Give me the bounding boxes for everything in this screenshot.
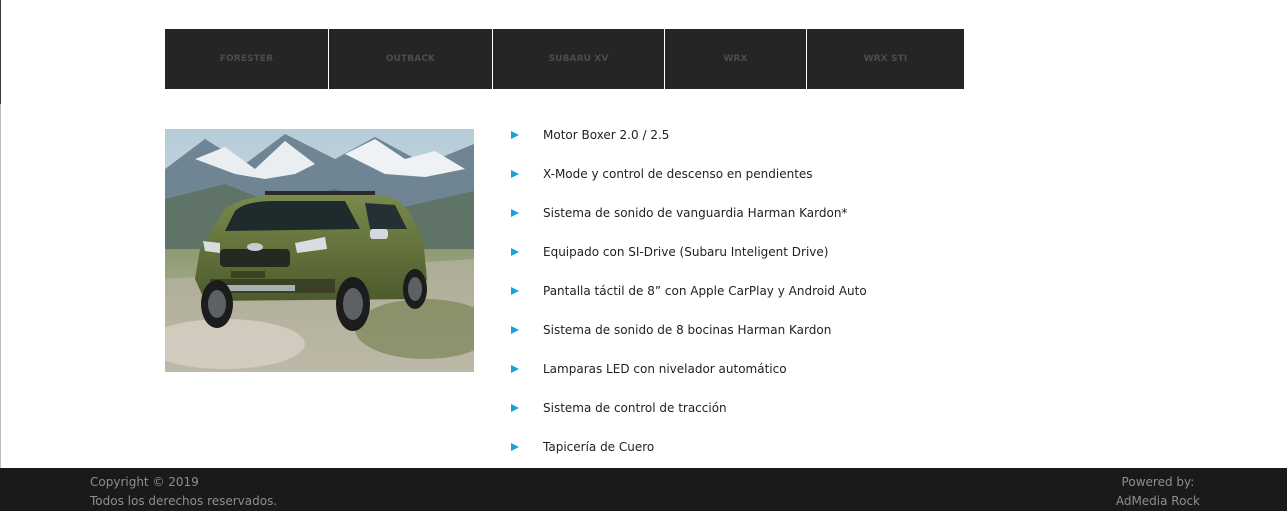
feature-label: Sistema de sonido de vanguardia Harman K…	[543, 206, 848, 220]
feature-label: Equipado con SI-Drive (Subaru Inteligent…	[543, 245, 829, 259]
bullet-arrow-icon	[511, 170, 519, 178]
feature-label: X-Mode y control de descenso en pendient…	[543, 167, 813, 181]
copyright-line: Copyright © 2019	[90, 475, 199, 489]
list-item: Lamparas LED con nivelador automático	[510, 360, 867, 399]
powered-by-link[interactable]: AdMedia Rock	[1116, 492, 1200, 511]
tab-wrx[interactable]: WRX	[664, 29, 806, 89]
feature-label: Pantalla táctil de 8” con Apple CarPlay …	[543, 284, 867, 298]
features-list: Motor Boxer 2.0 / 2.5 X-Mode y control d…	[510, 126, 867, 477]
list-item: Equipado con SI-Drive (Subaru Inteligent…	[510, 243, 867, 282]
bullet-arrow-icon	[511, 248, 519, 256]
list-item: Sistema de sonido de vanguardia Harman K…	[510, 204, 867, 243]
copyright: Copyright © 2019 Todos los derechos rese…	[90, 473, 277, 511]
feature-label: Tapicería de Cuero	[543, 440, 655, 454]
tab-subaru-xv[interactable]: SUBARU XV	[492, 29, 664, 89]
feature-label: Sistema de control de tracción	[543, 401, 727, 415]
page: FORESTER OUTBACK SUBARU XV WRX WRX STI M…	[0, 0, 1287, 511]
tab-forester[interactable]: FORESTER	[165, 29, 328, 89]
bullet-arrow-icon	[511, 326, 519, 334]
rights-line: Todos los derechos reservados.	[90, 494, 278, 508]
list-item: X-Mode y control de descenso en pendient…	[510, 165, 867, 204]
car-photo	[165, 129, 474, 372]
bullet-arrow-icon	[511, 287, 519, 295]
powered-by: Powered by: AdMedia Rock	[1116, 473, 1200, 511]
bullet-arrow-icon	[511, 365, 519, 373]
feature-label: Lamparas LED con nivelador automático	[543, 362, 787, 376]
tab-wrx-sti[interactable]: WRX STI	[806, 29, 964, 89]
model-tabs: FORESTER OUTBACK SUBARU XV WRX WRX STI	[165, 29, 964, 89]
left-border-lower	[0, 104, 1, 468]
list-item: Sistema de control de tracción	[510, 399, 867, 438]
footer: Copyright © 2019 Todos los derechos rese…	[0, 468, 1287, 511]
list-item: Motor Boxer 2.0 / 2.5	[510, 126, 867, 165]
feature-label: Sistema de sonido de 8 bocinas Harman Ka…	[543, 323, 832, 337]
feature-label: Motor Boxer 2.0 / 2.5	[543, 128, 670, 142]
list-item: Pantalla táctil de 8” con Apple CarPlay …	[510, 282, 867, 321]
powered-by-label: Powered by:	[1121, 475, 1195, 489]
bullet-arrow-icon	[511, 404, 519, 412]
list-item: Sistema de sonido de 8 bocinas Harman Ka…	[510, 321, 867, 360]
left-border	[0, 0, 1, 104]
bullet-arrow-icon	[511, 131, 519, 139]
tab-outback[interactable]: OUTBACK	[328, 29, 492, 89]
bullet-arrow-icon	[511, 443, 519, 451]
bullet-arrow-icon	[511, 209, 519, 217]
